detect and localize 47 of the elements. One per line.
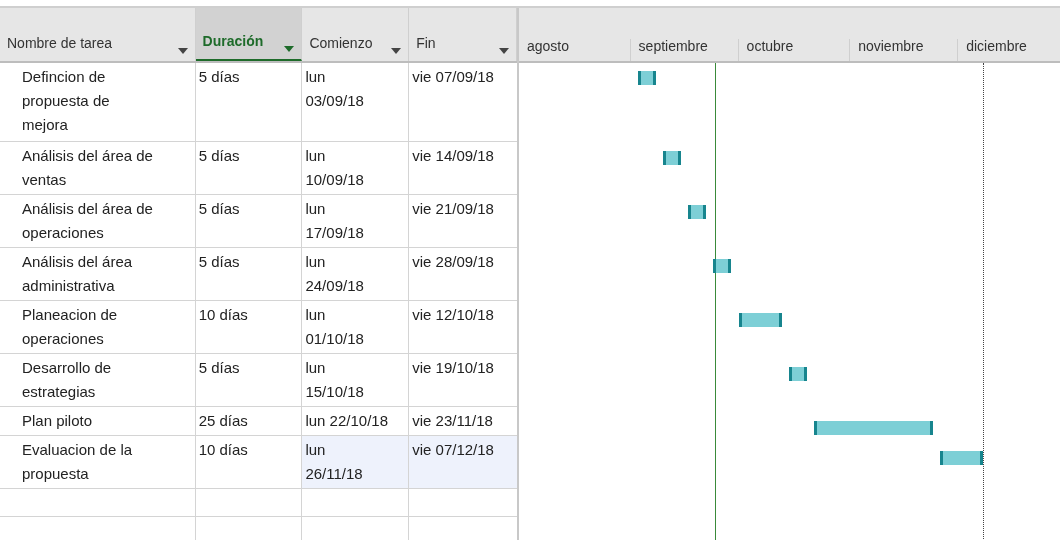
table-cell: vie 07/12/18 (409, 436, 517, 488)
table-cell: 5 días (195, 142, 303, 194)
column-header[interactable]: Fin (409, 8, 517, 61)
table-cell-text: vie 28/09/18 (411, 252, 495, 272)
dropdown-caret-icon[interactable] (391, 48, 402, 54)
table-cell-text: vie 21/09/18 (411, 199, 495, 219)
table-cell: Análisis del área de ventas (0, 142, 196, 194)
column-header[interactable]: Comienzo (302, 8, 410, 61)
month-label: diciembre (965, 37, 1027, 56)
table-cell: 25 días (195, 407, 303, 435)
task-bar[interactable] (738, 313, 782, 327)
dropdown-caret-icon[interactable] (177, 48, 188, 54)
month-label: noviembre (857, 37, 924, 56)
table-cell: lun 22/10/18 (302, 407, 410, 435)
column-header[interactable]: Nombre de tarea (0, 8, 196, 61)
table-cell: Análisis del área de operaciones (0, 195, 196, 247)
table-cell: Plan piloto (0, 407, 196, 435)
table-cell: lun 26/11/18 (302, 436, 410, 488)
month-label: septiembre (637, 37, 708, 56)
table-cell-text: vie 07/09/18 (411, 67, 495, 87)
task-bar[interactable] (713, 259, 732, 273)
table-cell: 10 días (195, 301, 303, 353)
table-cell: Defincion de propuesta de mejora (0, 63, 196, 141)
table-cell-text: vie 14/09/18 (411, 146, 495, 166)
table-cell: Evaluacion de la propuesta (0, 436, 196, 488)
table-cell-text: vie 23/11/18 (411, 411, 494, 431)
task-bar[interactable] (637, 71, 656, 85)
table-cell: Desarrollo de estrategias (0, 354, 196, 406)
dropdown-caret-icon[interactable] (284, 46, 295, 52)
month-label: octubre (745, 37, 794, 56)
table-cell: 5 días (195, 63, 303, 141)
month-label: agosto (526, 37, 570, 56)
table-cell-text: vie 12/10/18 (411, 305, 495, 325)
table-cell: Análisis del área administrativa (0, 248, 196, 300)
column-header[interactable]: Duración (195, 8, 303, 61)
task-bar[interactable] (814, 421, 933, 435)
table-cell: 5 días (195, 248, 303, 300)
task-bar[interactable] (663, 151, 681, 165)
task-bar[interactable] (688, 205, 707, 219)
task-bar[interactable] (940, 451, 984, 465)
task-bar[interactable] (789, 367, 807, 381)
table-cell: 5 días (195, 195, 303, 247)
table-cell-text: vie 19/10/18 (411, 358, 495, 378)
table-cell: 5 días (195, 354, 303, 406)
table-cell: lun 03/09/18 (302, 63, 410, 141)
table-cell: Planeacion de operaciones (0, 301, 196, 353)
dropdown-caret-icon[interactable] (499, 48, 509, 54)
